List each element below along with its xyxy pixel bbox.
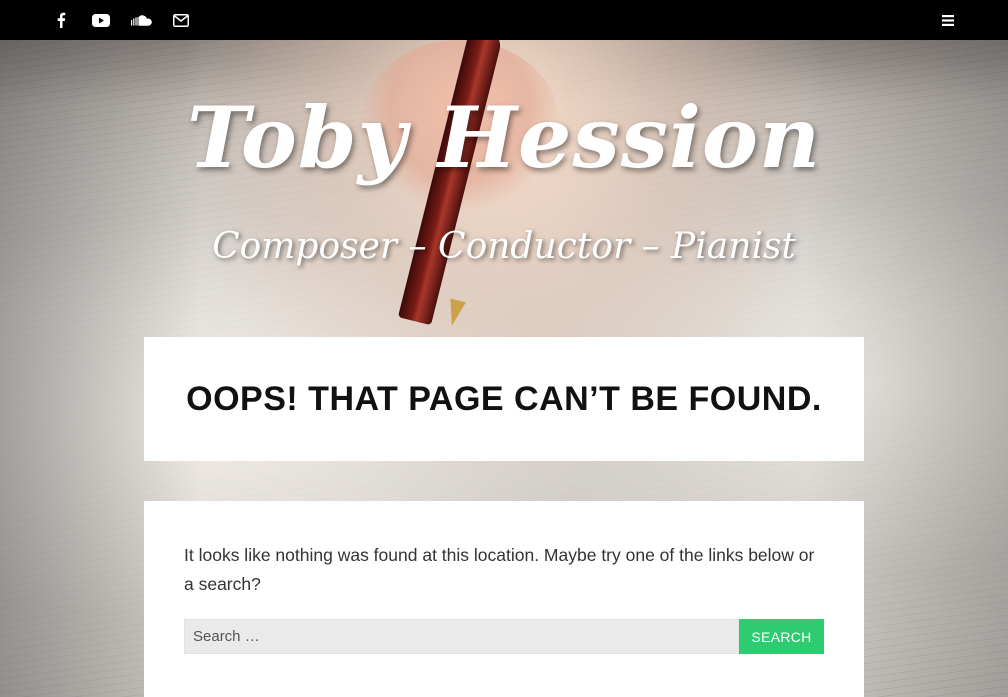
error-message: It looks like nothing was found at this … <box>184 545 815 594</box>
search-button[interactable]: Search <box>739 619 824 654</box>
email-icon[interactable] <box>170 9 192 31</box>
facebook-icon[interactable] <box>50 9 72 31</box>
search-input[interactable] <box>184 619 739 654</box>
top-bar <box>0 0 1008 40</box>
search-form: Search <box>184 619 824 654</box>
menu-icon[interactable] <box>938 11 958 29</box>
site-title[interactable]: Toby Hession <box>0 88 1008 187</box>
page-title: Oops! That page can’t be found. <box>186 379 822 418</box>
cut-off-heading <box>184 684 824 697</box>
site-description: Composer – Conductor – Pianist <box>212 226 796 267</box>
youtube-icon[interactable] <box>90 9 112 31</box>
error-header-card: Oops! That page can’t be found. <box>144 337 864 461</box>
error-content-card: It looks like nothing was found at this … <box>144 501 864 697</box>
social-links <box>50 0 210 40</box>
soundcloud-icon[interactable] <box>130 9 152 31</box>
